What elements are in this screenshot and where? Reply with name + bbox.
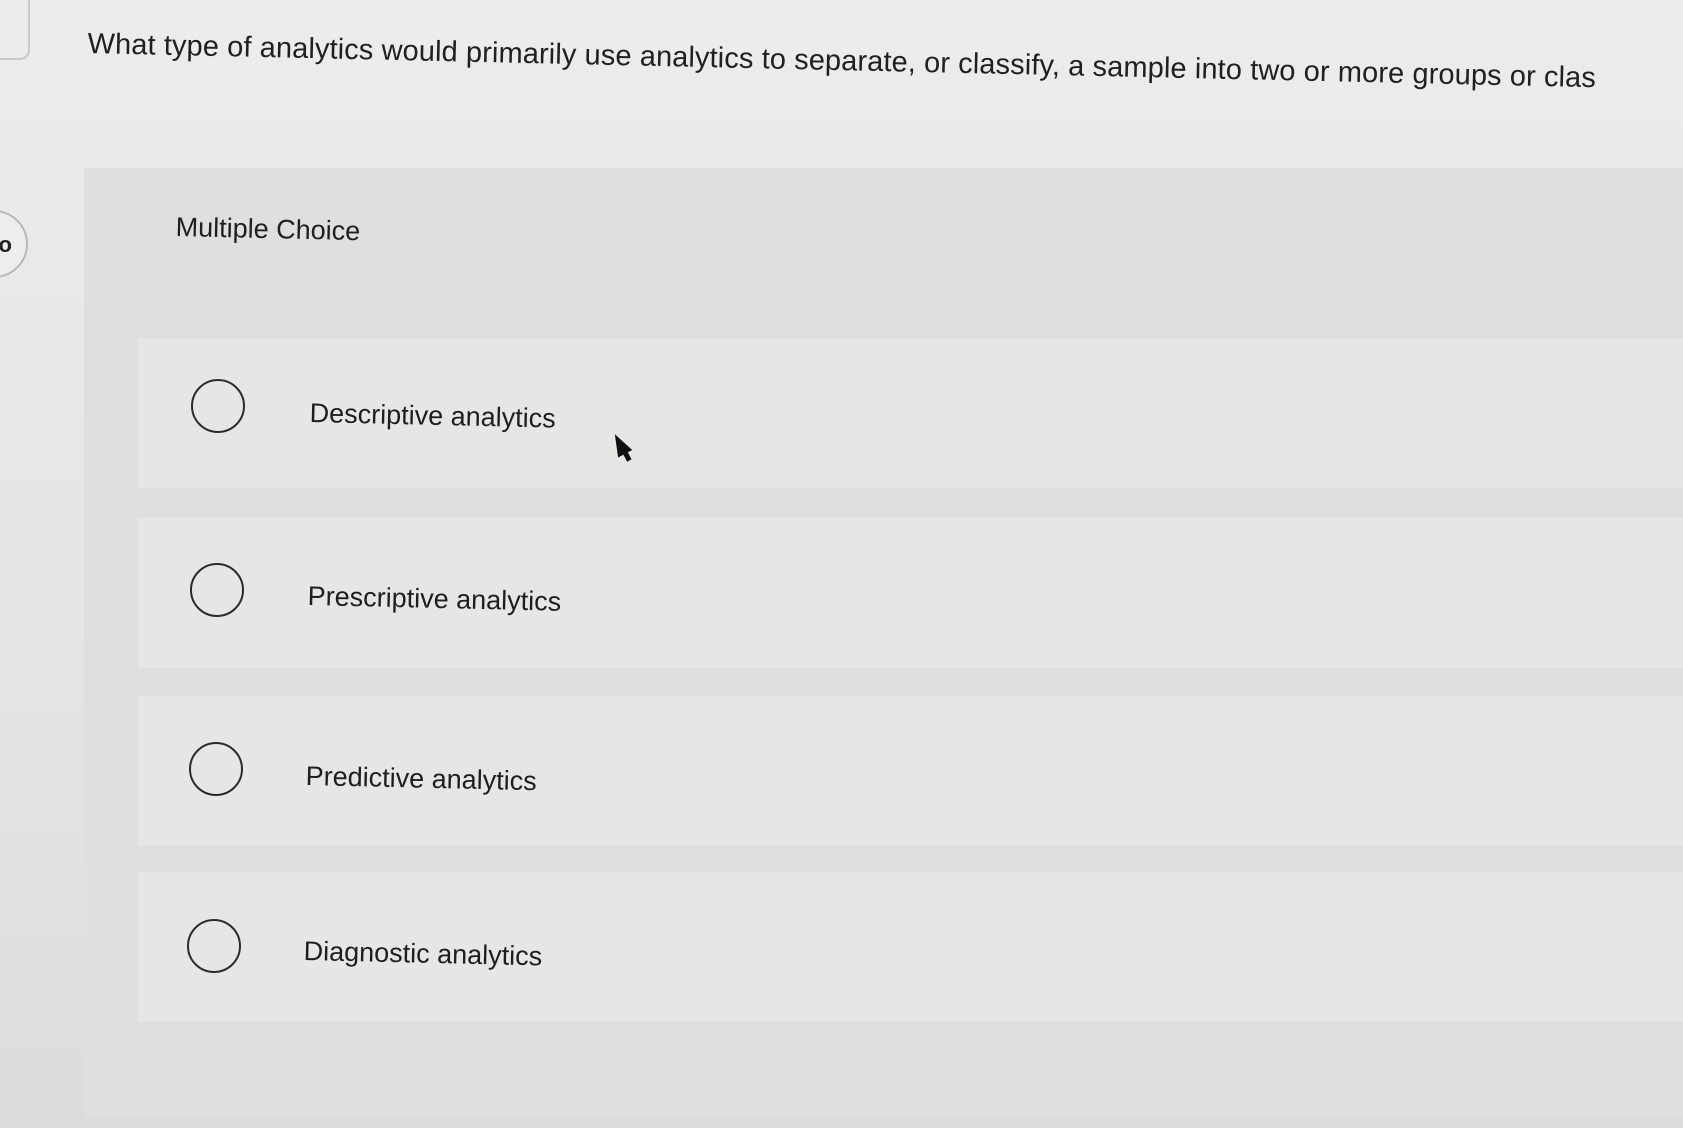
radio-unchecked-icon[interactable] (191, 379, 245, 433)
option-prescriptive-analytics[interactable]: Prescriptive analytics (138, 518, 1683, 668)
question-text: What type of analytics would primarily u… (87, 28, 1597, 95)
option-label[interactable]: Predictive analytics (305, 761, 537, 797)
question-number-text: o (0, 232, 12, 257)
option-descriptive-analytics[interactable]: Descriptive analytics (138, 338, 1683, 488)
multiple-choice-heading: Multiple Choice (175, 212, 361, 247)
top-left-frame-corner (0, 0, 30, 60)
quiz-page: o What type of analytics would primarily… (0, 0, 1683, 1128)
question-number-badge[interactable]: o (0, 210, 28, 278)
radio-unchecked-icon[interactable] (187, 919, 241, 973)
option-predictive-analytics[interactable]: Predictive analytics (138, 696, 1683, 846)
radio-unchecked-icon[interactable] (190, 563, 244, 617)
option-label[interactable]: Descriptive analytics (309, 398, 556, 435)
option-label[interactable]: Prescriptive analytics (307, 581, 561, 618)
option-diagnostic-analytics[interactable]: Diagnostic analytics (138, 872, 1683, 1022)
option-label[interactable]: Diagnostic analytics (303, 936, 542, 972)
radio-unchecked-icon[interactable] (189, 742, 243, 796)
